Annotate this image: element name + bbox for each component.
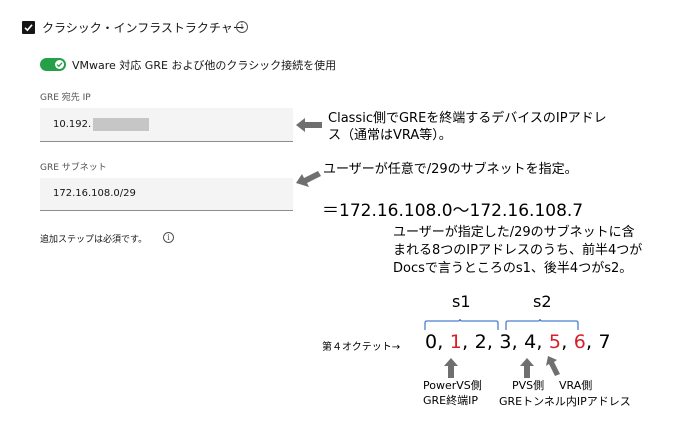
info-icon[interactable]: i: [163, 232, 174, 243]
arrow-up-icon: [444, 358, 458, 378]
section-title: クラシック・インフラストラクチャー: [42, 21, 245, 35]
explanation-line3: Docsで言うところのs1、後半4つがs2。: [393, 261, 633, 276]
arrow-left-icon: [296, 171, 321, 187]
gre-subnet-field[interactable]: 172.16.108.0/29: [40, 178, 293, 211]
octet-list: 0, 1, 2, 3, 4, 5, 6, 7: [425, 331, 611, 353]
subnet-annotation: ユーザーが任意で/29のサブネットを指定。: [323, 162, 578, 177]
toggle-label: VMware 対応 GRE および他のクラシック接続を使用: [72, 59, 337, 72]
required-step-note: 追加ステップは必須です。: [40, 235, 148, 245]
octet-4: 4: [524, 331, 537, 353]
octet-5: 5: [548, 331, 562, 353]
gre-subnet-value: 172.16.108.0/29: [53, 188, 136, 199]
arrow-up-icon: [546, 356, 560, 376]
s1-label: s1: [452, 292, 471, 311]
gre-ip-value: 10.192.: [53, 119, 92, 130]
check-icon: [56, 62, 63, 68]
octet-7: 7: [598, 331, 611, 353]
octet-3: 3: [499, 331, 512, 353]
explanation-line2: まれる8つのIPアドレスのうち、前半4つが: [393, 243, 643, 258]
gre-subnet-label: GRE サブネット: [40, 163, 107, 173]
ip-annotation-line1: Classic側でGREを終端するデバイスのIPアドレ: [328, 111, 607, 126]
vmware-gre-toggle[interactable]: [40, 58, 66, 71]
octet-0: 0: [425, 331, 438, 353]
octet-2: 2: [474, 331, 487, 353]
pvs-label: PVS側: [512, 379, 545, 392]
explanation-line1: ユーザーが指定した/29のサブネットに含: [393, 225, 635, 240]
gre-ip-label: GRE 宛先 IP: [40, 93, 91, 103]
vra-label: VRA側: [559, 379, 593, 392]
classic-infrastructure-checkbox[interactable]: [22, 21, 35, 34]
info-icon[interactable]: i: [236, 21, 248, 33]
arrow-left-icon: [296, 118, 322, 132]
subnet-brackets: [424, 318, 579, 330]
octet-6: 6: [573, 331, 586, 353]
powervs-label: PowerVS側 GRE終端IP: [423, 379, 482, 407]
octet-1: 1: [449, 331, 463, 353]
arrow-up-icon: [520, 358, 534, 378]
redacted-block: [93, 118, 149, 131]
gre-ip-field[interactable]: 10.192.: [40, 108, 293, 142]
explanation: ユーザーが指定した/29のサブネットに含 まれる8つのIPアドレスのうち、前半4…: [393, 224, 642, 278]
fourth-octet-label: 第４オクテット→: [322, 342, 401, 353]
ip-annotation-line2: ス（通常はVRA等）。: [328, 128, 452, 143]
tunnel-ip-label: GREトンネル内IPアドレス: [499, 395, 631, 408]
s2-bracket: [505, 318, 579, 330]
s2-label: s2: [533, 292, 552, 311]
toggle-knob: [55, 60, 64, 69]
s1-bracket: [424, 318, 499, 330]
checkmark-icon: [24, 24, 33, 32]
ip-range: ＝172.16.108.0〜172.16.108.7: [322, 201, 584, 221]
